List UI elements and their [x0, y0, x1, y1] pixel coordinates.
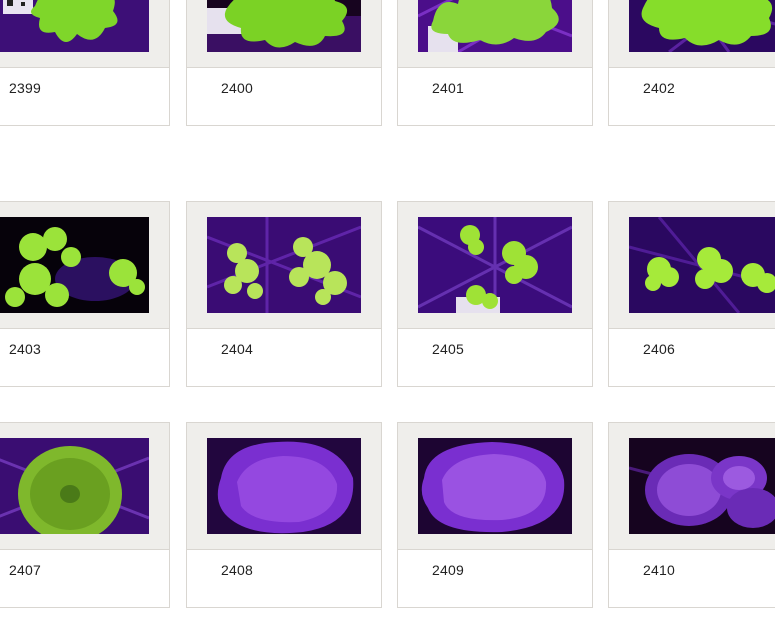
- coral-photo[interactable]: [418, 217, 572, 313]
- item-number: 2400: [221, 80, 253, 96]
- thumbnail-frame: [398, 202, 592, 329]
- thumbnail-frame: [0, 423, 169, 550]
- thumbnail-frame: [609, 202, 775, 329]
- item-number: 2406: [643, 341, 675, 357]
- item-number: 2405: [432, 341, 464, 357]
- coral-photo[interactable]: [629, 438, 775, 534]
- gallery-card-2405[interactable]: 2405: [397, 201, 593, 387]
- coral-photo[interactable]: [0, 438, 149, 534]
- gallery-card-2410[interactable]: 2410: [608, 422, 775, 608]
- gallery-card-2407[interactable]: 2407: [0, 422, 170, 608]
- gallery-card-2400[interactable]: 2400: [186, 0, 382, 126]
- coral-photo[interactable]: [207, 438, 361, 534]
- coral-photo[interactable]: [418, 438, 572, 534]
- gallery-card-2408[interactable]: 2408: [186, 422, 382, 608]
- gallery-card-2409[interactable]: 2409: [397, 422, 593, 608]
- gallery-card-2406[interactable]: 2406: [608, 201, 775, 387]
- item-number: 2403: [9, 341, 41, 357]
- photo-grid: 2399 2400 2401 2402 2403 2404 2405 2406 …: [0, 0, 775, 625]
- item-number: 2404: [221, 341, 253, 357]
- gallery-card-2403[interactable]: 2403: [0, 201, 170, 387]
- item-number: 2401: [432, 80, 464, 96]
- coral-photo[interactable]: [207, 217, 361, 313]
- thumbnail-frame: [609, 0, 775, 68]
- item-number: 2399: [9, 80, 41, 96]
- thumbnail-frame: [187, 202, 381, 329]
- coral-photo[interactable]: [418, 0, 572, 52]
- coral-photo[interactable]: [0, 217, 149, 313]
- thumbnail-frame: [398, 423, 592, 550]
- coral-photo[interactable]: [629, 0, 775, 52]
- thumbnail-frame: [609, 423, 775, 550]
- thumbnail-frame: [0, 0, 169, 68]
- item-number: 2410: [643, 562, 675, 578]
- coral-photo[interactable]: [0, 0, 149, 52]
- gallery-card-2404[interactable]: 2404: [186, 201, 382, 387]
- thumbnail-frame: [398, 0, 592, 68]
- gallery-card-2402[interactable]: 2402: [608, 0, 775, 126]
- item-number: 2409: [432, 562, 464, 578]
- gallery-card-2401[interactable]: 2401: [397, 0, 593, 126]
- item-number: 2402: [643, 80, 675, 96]
- coral-photo[interactable]: [629, 217, 775, 313]
- thumbnail-frame: [187, 0, 381, 68]
- coral-photo[interactable]: [207, 0, 361, 52]
- item-number: 2407: [9, 562, 41, 578]
- thumbnail-frame: [0, 202, 169, 329]
- item-number: 2408: [221, 562, 253, 578]
- thumbnail-frame: [187, 423, 381, 550]
- gallery-card-2399[interactable]: 2399: [0, 0, 170, 126]
